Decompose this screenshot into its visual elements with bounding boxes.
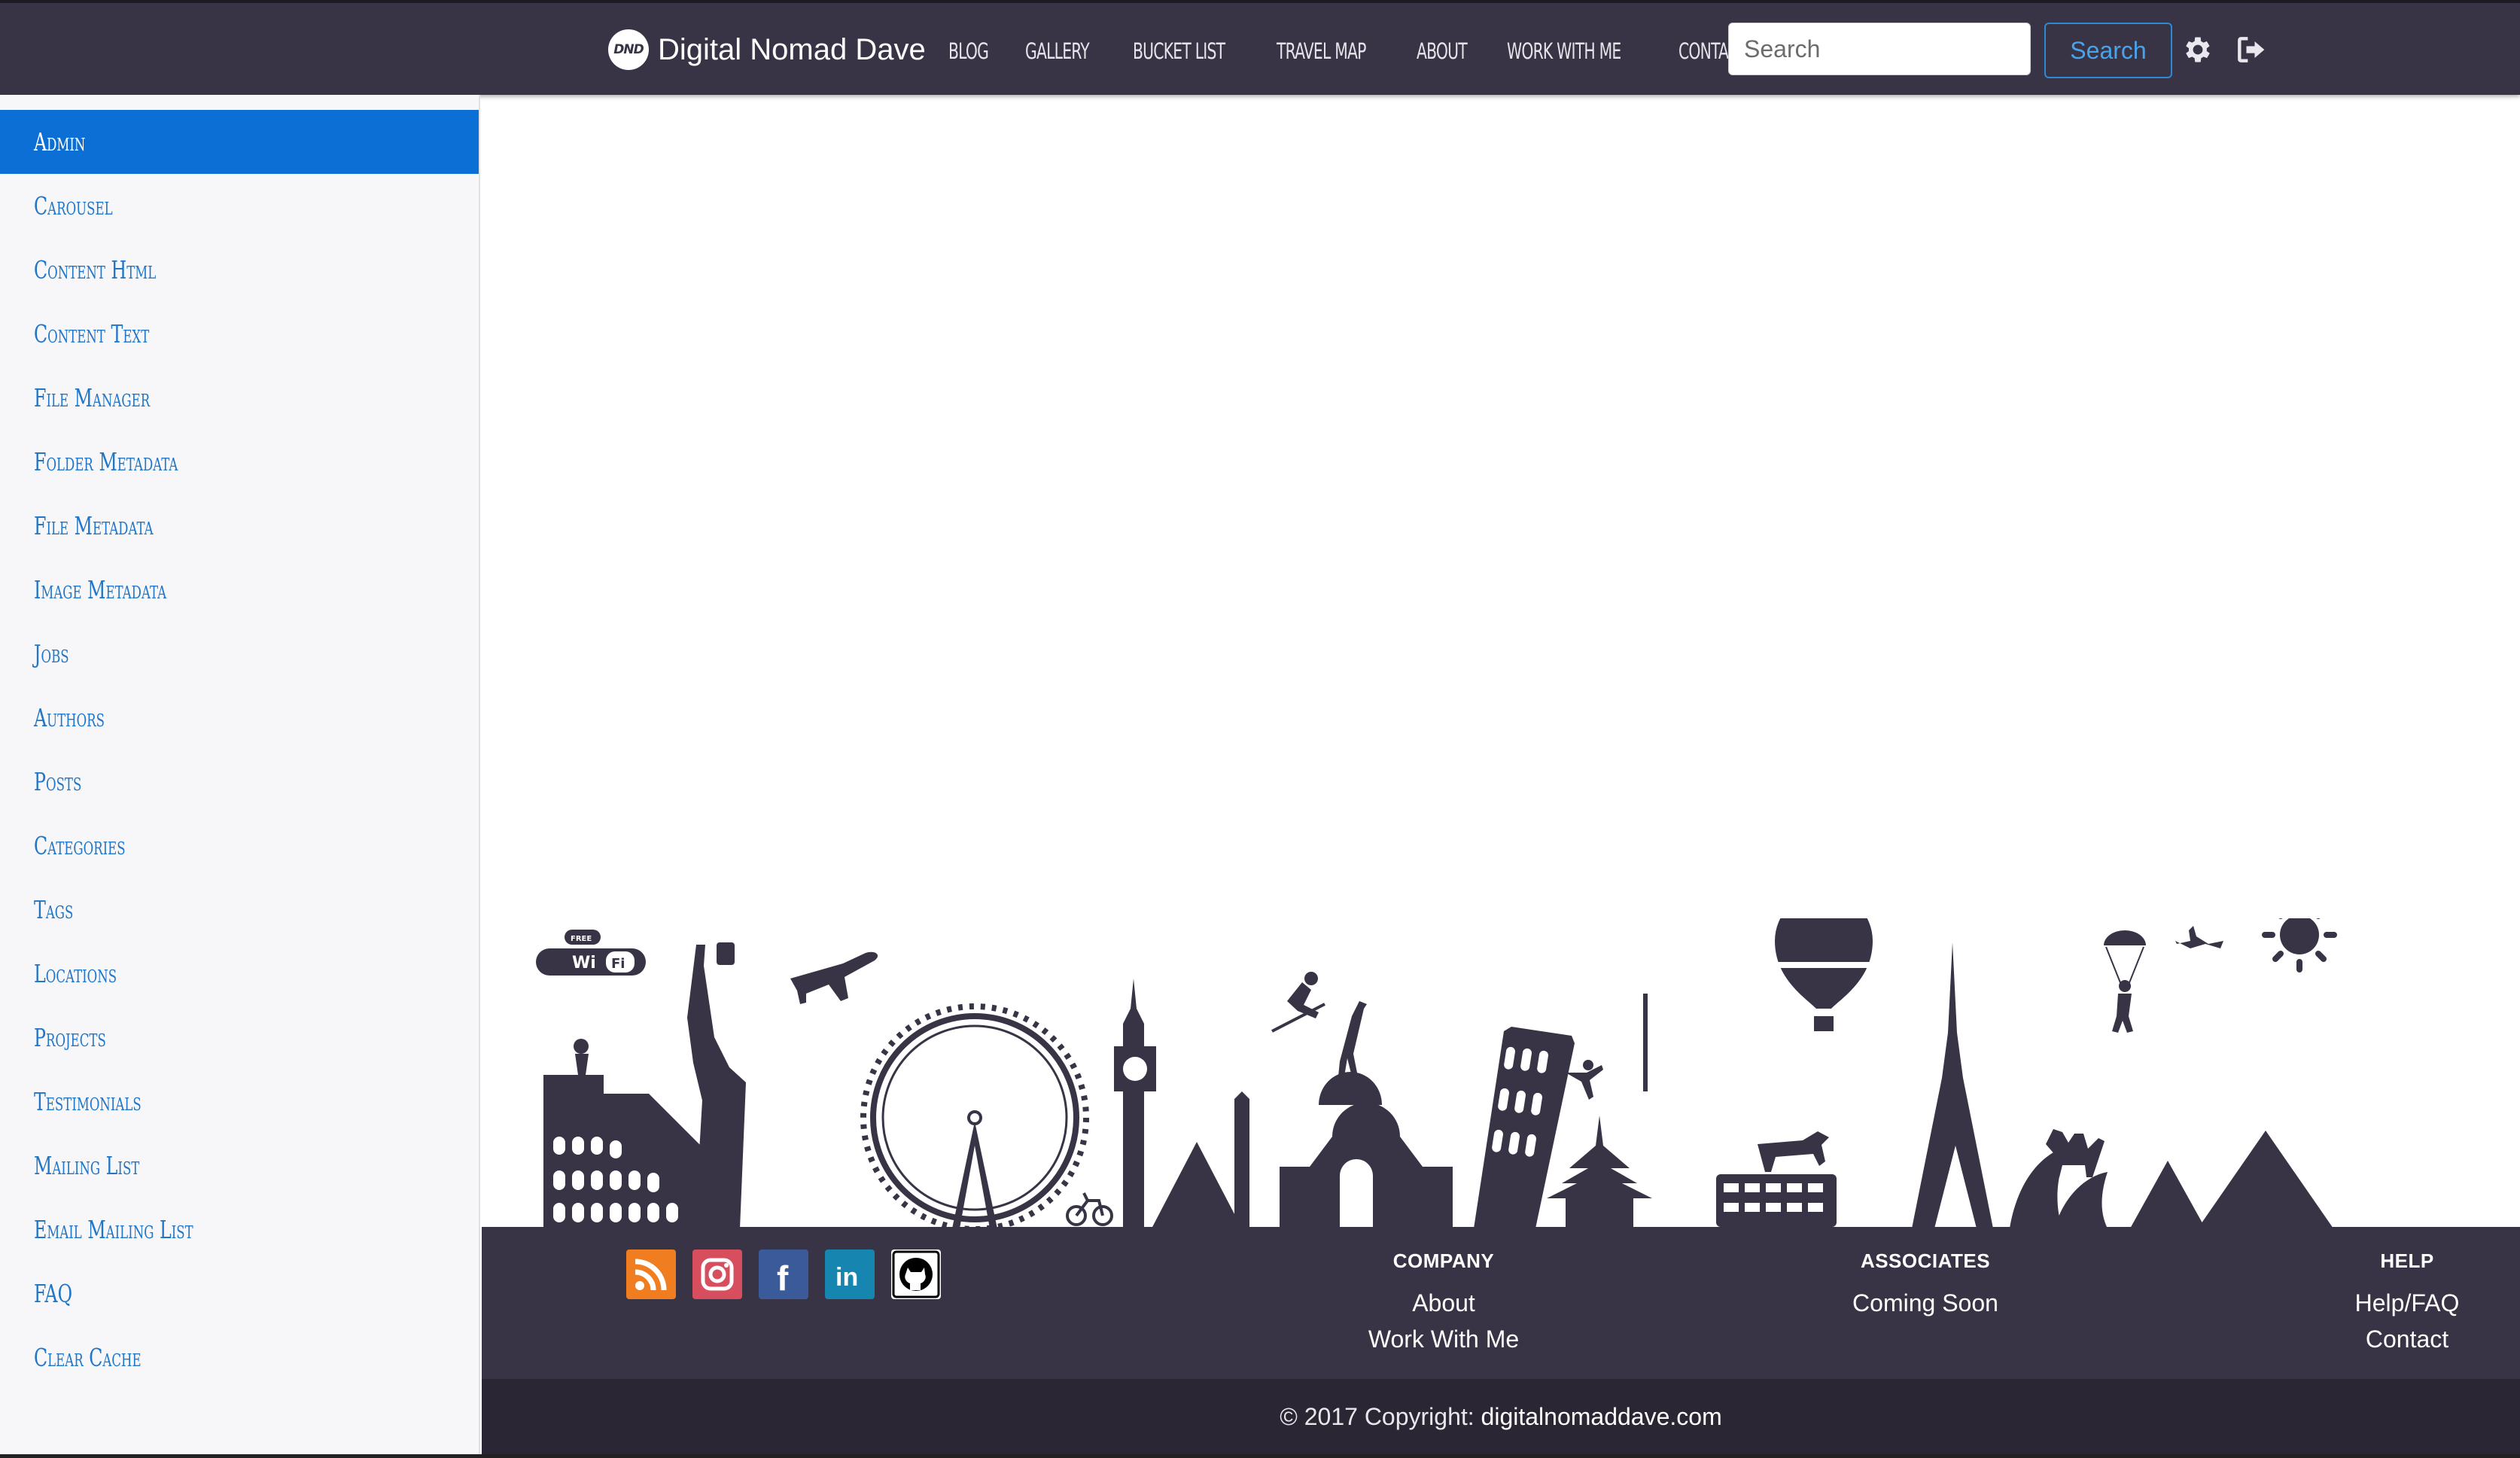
nav-links: BLOG GALLERY BUCKET LIST TRAVEL MAP ABOU…	[948, 29, 1791, 74]
sidebar-item-label: Tags	[34, 895, 74, 924]
sidebar-item-authors[interactable]: Authors	[0, 686, 479, 750]
nav-link-gallery[interactable]: GALLERY	[1025, 38, 1090, 64]
sidebar-item-mailing-list[interactable]: Mailing List	[0, 1134, 479, 1198]
copyright-text: © 2017 Copyright:	[1280, 1403, 1481, 1430]
footer-link-work-with-me[interactable]: Work With Me	[1293, 1321, 1594, 1357]
nav-link-bucket-list[interactable]: BUCKET LIST	[1133, 38, 1225, 64]
github-icon[interactable]	[891, 1249, 941, 1299]
sidebar-item-testimonials[interactable]: Testimonials	[0, 1070, 479, 1134]
sidebar-item-projects[interactable]: Projects	[0, 1006, 479, 1070]
wifi-fi-text: Fi	[611, 956, 625, 972]
sidebar-item-folder-metadata[interactable]: Folder Metadata	[0, 430, 479, 494]
admin-menu: Admin Carousel Content Html Content Text Fil…	[0, 110, 479, 1390]
sidebar-item-content-text[interactable]: Content Text	[0, 302, 479, 366]
sidebar-item-label: File Metadata	[34, 511, 154, 540]
sidebar-item-label: Mailing List	[34, 1151, 140, 1180]
window-bottom-edge	[0, 1454, 2520, 1458]
facebook-icon[interactable]: f	[759, 1249, 808, 1299]
footer-link-help-faq[interactable]: Help/FAQ	[2257, 1285, 2520, 1321]
sidebar-item-label: Projects	[34, 1023, 106, 1052]
sidebar-item-label: File Manager	[34, 383, 151, 412]
rss-icon[interactable]	[626, 1249, 676, 1299]
search-button[interactable]: Search	[2044, 23, 2172, 78]
footer-link-contact[interactable]: Contact	[2257, 1321, 2520, 1357]
sidebar-item-carousel[interactable]: Carousel	[0, 174, 479, 238]
brand-link[interactable]: DND Digital Nomad Dave	[608, 27, 926, 72]
sidebar-item-locations[interactable]: Locations	[0, 942, 479, 1006]
sidebar-item-label: Email Mailing List	[34, 1215, 193, 1244]
footer-company: COMPANY About Work With Me	[1293, 1249, 1594, 1357]
sidebar-item-label: Clear Cache	[34, 1343, 142, 1372]
sidebar-item-file-manager[interactable]: File Manager	[0, 366, 479, 430]
copyright-link[interactable]: digitalnomaddave.com	[1481, 1403, 1722, 1430]
top-navbar: DND Digital Nomad Dave BLOG GALLERY BUCK…	[0, 0, 2520, 95]
sidebar-item-label: Authors	[34, 703, 105, 732]
nav-link-work-with-me[interactable]: WORK WITH ME	[1507, 38, 1621, 64]
sidebar-item-label: Folder Metadata	[34, 447, 178, 476]
admin-sidebar: Admin Carousel Content Html Content Text Fil…	[0, 95, 480, 1458]
footer-associates: ASSOCIATES Coming Soon	[1775, 1249, 2076, 1321]
wifi-free-text: FREE	[571, 935, 592, 943]
footer-help: HELP Help/FAQ Contact	[2257, 1249, 2520, 1357]
sidebar-item-file-metadata[interactable]: File Metadata	[0, 494, 479, 558]
sidebar-item-label: Carousel	[34, 191, 113, 221]
footer-link-coming-soon: Coming Soon	[1852, 1289, 1998, 1316]
sidebar-item-admin[interactable]: Admin	[0, 110, 479, 174]
sidebar-item-categories[interactable]: Categories	[0, 814, 479, 878]
sidebar-item-label: Image Metadata	[34, 575, 167, 604]
sidebar-item-jobs[interactable]: Jobs	[0, 622, 479, 686]
nav-link-travel-map[interactable]: TRAVEL MAP	[1277, 38, 1366, 64]
sidebar-item-content-html[interactable]: Content Html	[0, 238, 479, 302]
sidebar-item-label: Admin	[34, 127, 86, 157]
sidebar-item-email-mailing-list[interactable]: Email Mailing List	[0, 1198, 479, 1262]
sidebar-item-label: Testimonials	[34, 1087, 142, 1116]
sidebar-item-image-metadata[interactable]: Image Metadata	[0, 558, 479, 622]
sidebar-item-faq[interactable]: FAQ	[0, 1262, 479, 1326]
wifi-wi-text: Wi	[572, 954, 596, 973]
sidebar-item-label: Content Text	[34, 319, 150, 349]
footer-link-about[interactable]: About	[1293, 1285, 1594, 1321]
site-footer: f in COMPANY About Work With Me ASSOCIAT…	[482, 1227, 2520, 1379]
instagram-icon[interactable]	[692, 1249, 742, 1299]
linkedin-icon[interactable]: in	[825, 1249, 875, 1299]
sidebar-item-posts[interactable]: Posts	[0, 750, 479, 814]
nav-link-blog[interactable]: BLOG	[948, 38, 989, 64]
travel-skyline-illustration: FREE Wi Fi	[536, 918, 2337, 1228]
linkedin-letters: in	[835, 1263, 858, 1292]
brand-name: Digital Nomad Dave	[658, 32, 926, 66]
sign-out-icon[interactable]	[2234, 33, 2267, 66]
brand-logo: DND	[608, 29, 649, 70]
copyright-bar: © 2017 Copyright: digitalnomaddave.com	[482, 1379, 2520, 1454]
footer-associates-title: ASSOCIATES	[1860, 1249, 1991, 1272]
facebook-letter: f	[777, 1259, 789, 1298]
sidebar-item-clear-cache[interactable]: Clear Cache	[0, 1326, 479, 1390]
sidebar-item-label: FAQ	[34, 1279, 73, 1308]
sidebar-item-label: Categories	[34, 831, 126, 860]
gear-icon[interactable]	[2181, 33, 2214, 66]
sidebar-item-tags[interactable]: Tags	[0, 878, 479, 942]
sidebar-item-label: Content Html	[34, 255, 157, 285]
footer-company-title: COMPANY	[1392, 1249, 1495, 1272]
footer-help-title: HELP	[2380, 1249, 2434, 1272]
search-input[interactable]	[1728, 23, 2031, 75]
sidebar-item-label: Posts	[34, 767, 82, 796]
sidebar-item-label: Locations	[34, 959, 117, 988]
sidebar-item-label: Jobs	[34, 639, 69, 668]
nav-link-about[interactable]: ABOUT	[1417, 38, 1468, 64]
